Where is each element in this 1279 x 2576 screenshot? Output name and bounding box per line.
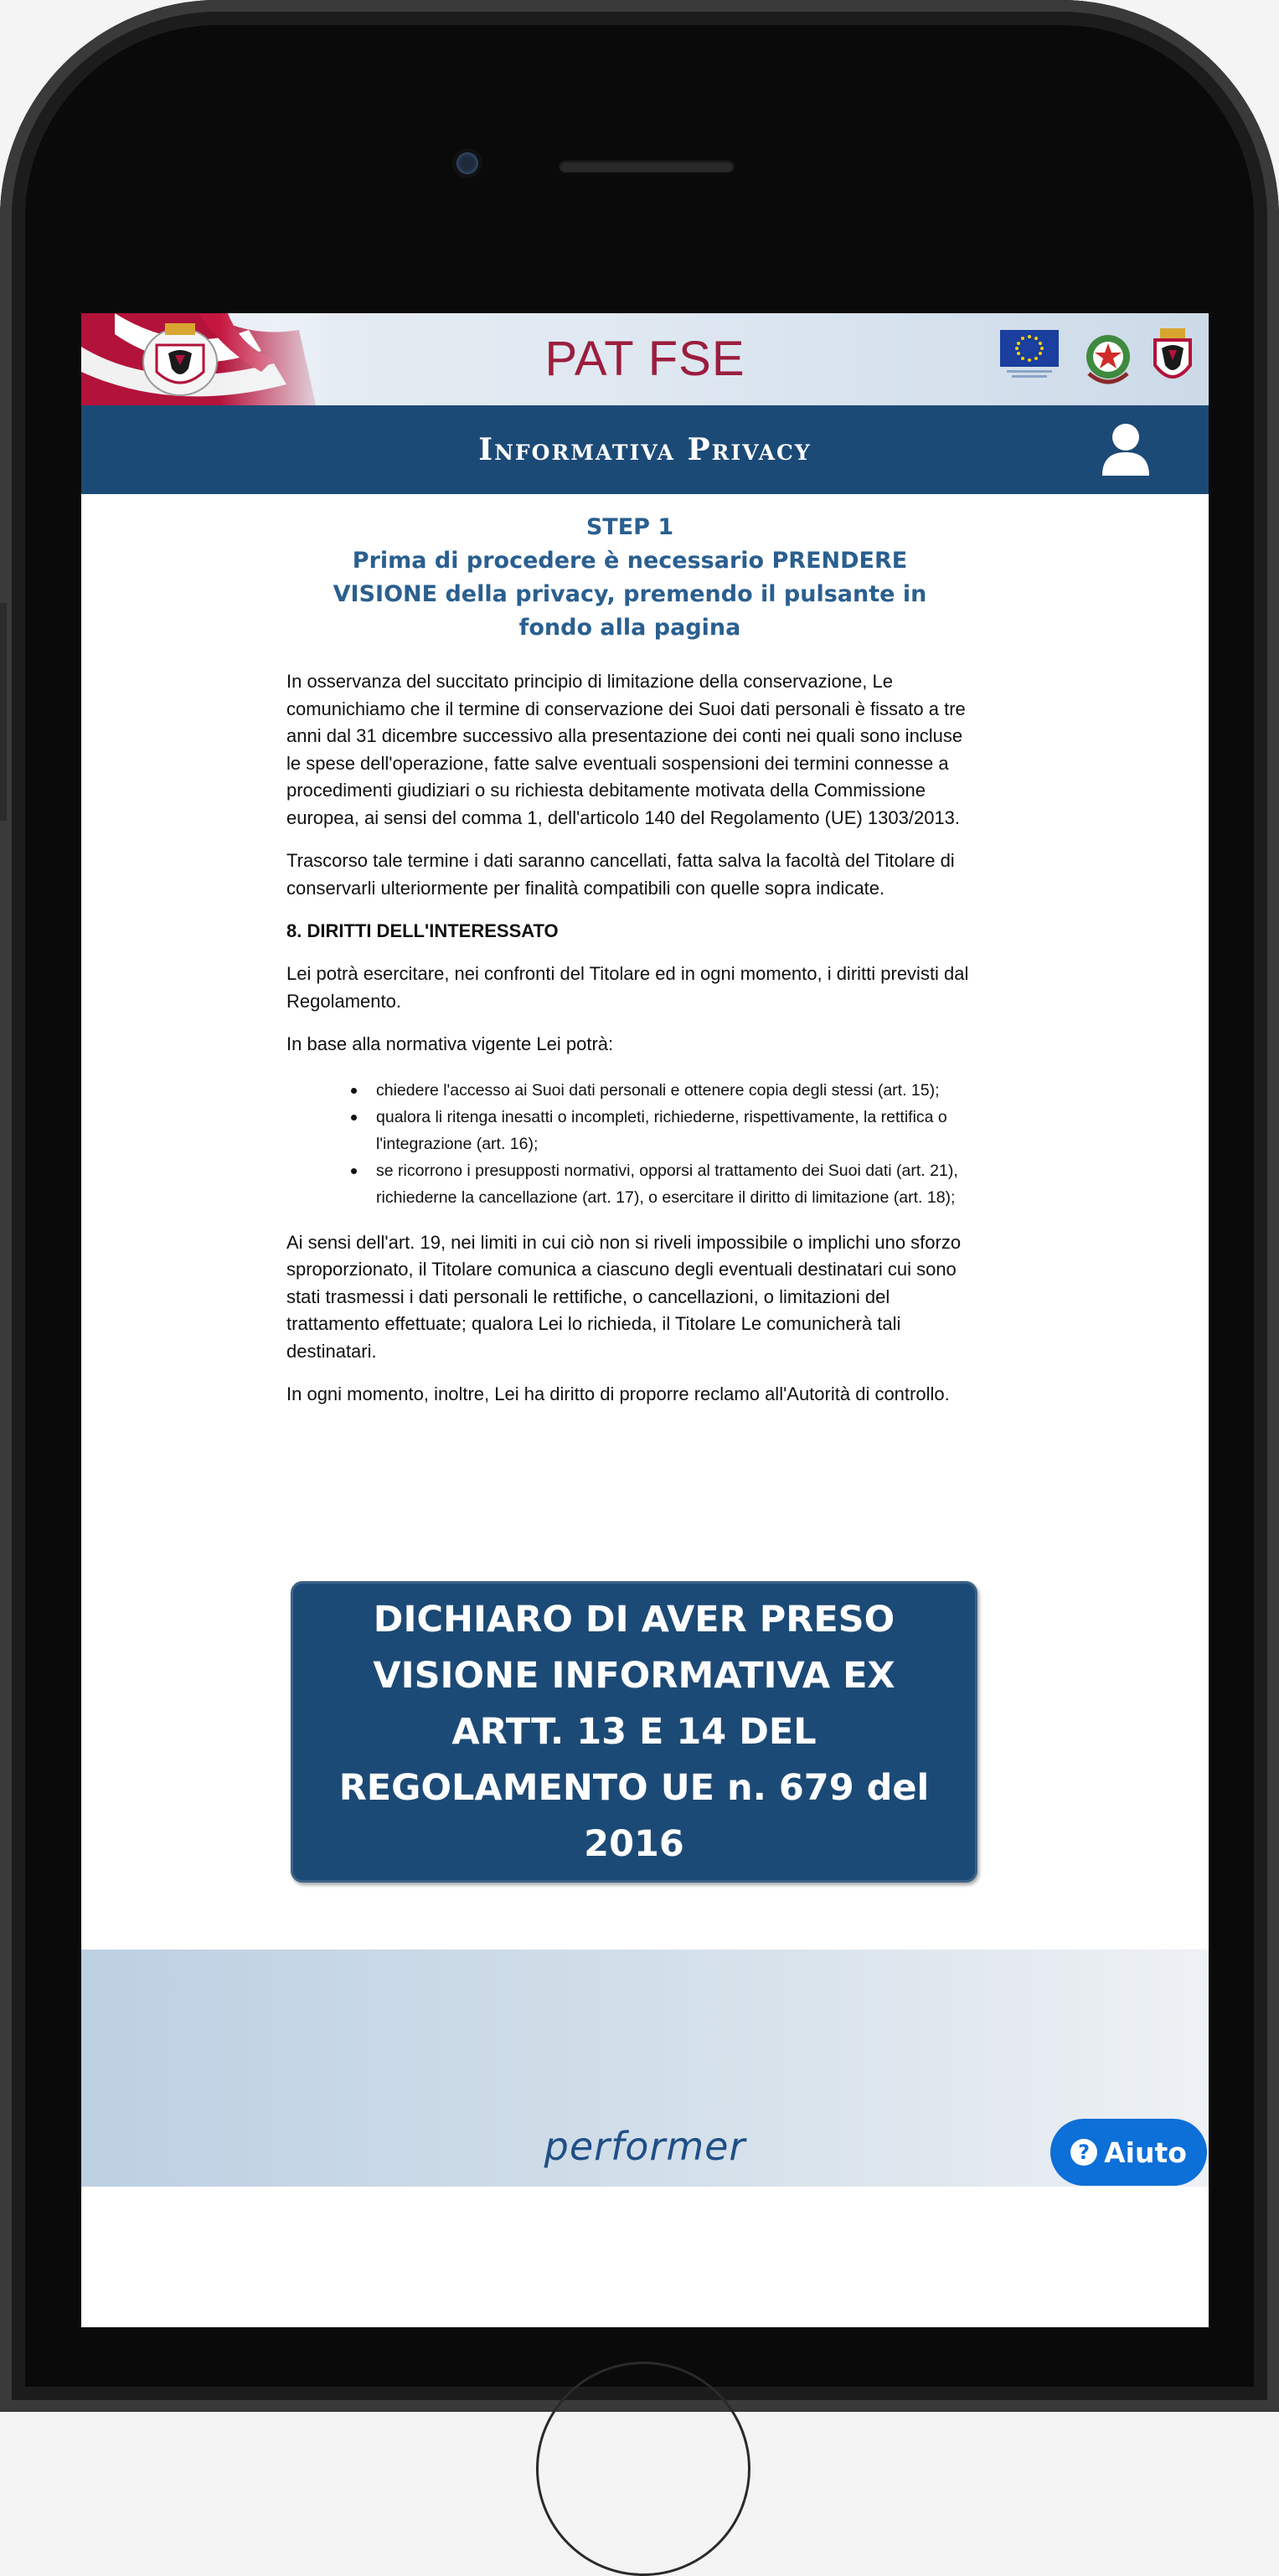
help-button-label: Aiuto xyxy=(1104,2136,1187,2169)
step-label: STEP 1 xyxy=(585,514,674,540)
performer-logo: performer xyxy=(544,2124,746,2169)
page-header: Informativa Privacy xyxy=(81,405,1209,494)
list-item: qualora li ritenga inesatti o incompleti… xyxy=(351,1104,973,1157)
front-camera xyxy=(456,152,478,174)
list-item: chiedere l'accesso ai Suoi dati personal… xyxy=(351,1077,973,1104)
trentino-province-crest-icon xyxy=(1153,328,1192,379)
notification-paragraph: Ai sensi dell'art. 19, nei limiti in cui… xyxy=(286,1231,962,1362)
phone-frame: PAT FSE Informativa Privacy STEP 1 Prima… xyxy=(0,0,1279,2576)
rights-list: chiedere l'accesso ai Suoi dati personal… xyxy=(286,1077,973,1211)
help-button[interactable]: ? Aiuto xyxy=(1050,2119,1207,2186)
rights-intro-paragraph: Lei potrà esercitare, nei confronti del … xyxy=(286,963,969,1012)
rights-lead-paragraph: In base alla normativa vigente Lei potrà… xyxy=(286,1033,614,1054)
footer: performer xyxy=(81,1950,1209,2187)
question-circle-icon: ? xyxy=(1070,2139,1098,2166)
app-screen: PAT FSE Informativa Privacy STEP 1 Prima… xyxy=(81,313,1209,2327)
page-title: Informativa Privacy xyxy=(478,432,812,467)
step-instruction: Prima di procedere è necessario PRENDERE… xyxy=(333,548,927,641)
home-button xyxy=(536,2362,750,2576)
retention-paragraph: In osservanza del succitato principio di… xyxy=(286,671,966,828)
earpiece-speaker xyxy=(559,159,735,173)
complaint-paragraph: In ogni momento, inoltre, Lei ha diritto… xyxy=(286,1383,950,1404)
eu-flag-logo-icon xyxy=(1000,330,1059,378)
phone-side-button xyxy=(0,603,7,821)
privacy-content: STEP 1 Prima di procedere è necessario P… xyxy=(286,494,973,1409)
italian-republic-emblem-icon xyxy=(1086,335,1130,384)
accept-privacy-button[interactable]: DICHIARO DI AVER PRESO VISIONE INFORMATI… xyxy=(291,1581,977,1883)
top-banner: PAT FSE xyxy=(81,313,1209,405)
deletion-paragraph: Trascorso tale termine i dati saranno ca… xyxy=(286,850,955,899)
list-item: se ricorrono i presupposti normativi, op… xyxy=(351,1157,973,1211)
accept-privacy-button-label: DICHIARO DI AVER PRESO VISIONE INFORMATI… xyxy=(338,1598,930,1865)
section-heading: 8. DIRITTI DELL'INTERESSATO xyxy=(286,920,559,941)
user-icon[interactable] xyxy=(1099,422,1153,477)
